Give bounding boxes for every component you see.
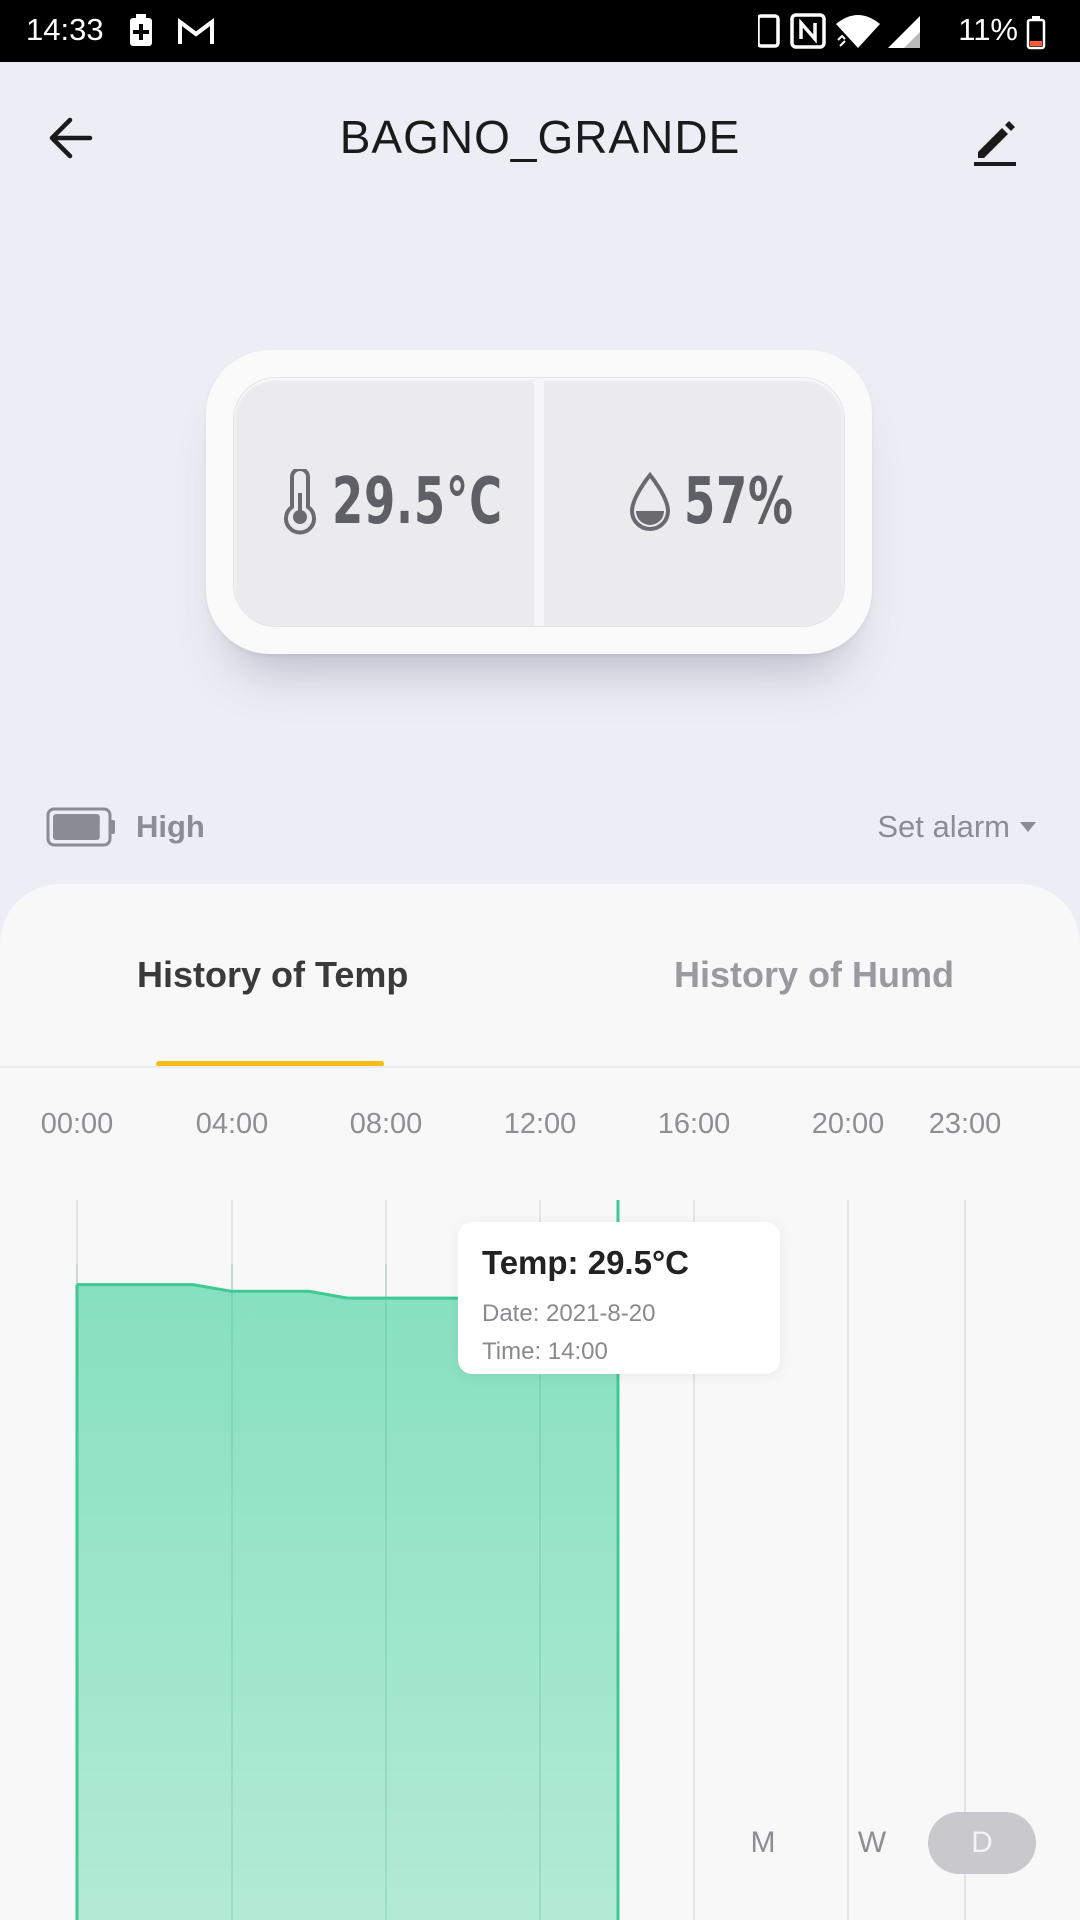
- temperature-history-chart[interactable]: [0, 884, 1080, 1920]
- status-bar: 14:33 11%: [0, 0, 1080, 62]
- humidity-value: 57%: [684, 465, 794, 539]
- tooltip-date: Date: 2021-8-20: [482, 1300, 656, 1327]
- nfc-icon: [790, 13, 826, 49]
- battery-saver-icon: [130, 14, 152, 46]
- battery-label: High: [136, 809, 205, 844]
- wifi-icon: [836, 15, 880, 48]
- edit-button[interactable]: [968, 112, 1024, 168]
- temperature-reading: 29.5°C: [278, 378, 551, 626]
- signal-icon: [888, 16, 920, 48]
- range-button-w[interactable]: W: [818, 1812, 926, 1874]
- chart-tooltip: Temp: 29.5°C Date: 2021-8-20 Time: 14:00: [458, 1222, 780, 1374]
- temperature-value: 29.5°C: [332, 465, 503, 539]
- range-button-d[interactable]: D: [928, 1812, 1036, 1874]
- set-alarm-label: Set alarm: [877, 809, 1010, 844]
- tooltip-time: Time: 14:00: [482, 1338, 608, 1365]
- status-time: 14:33: [26, 12, 104, 47]
- device-card: 29.5°C 57%: [206, 350, 872, 654]
- tooltip-title: Temp: 29.5°C: [482, 1244, 689, 1281]
- thermometer-icon: [284, 469, 316, 535]
- temperature-area: [77, 1277, 618, 1920]
- pencil-icon: [974, 121, 1016, 166]
- set-alarm-dropdown[interactable]: Set alarm: [877, 806, 1036, 848]
- battery-status: High: [46, 806, 205, 848]
- water-drop-icon: [629, 471, 671, 531]
- gmail-icon: [178, 18, 214, 44]
- device-display: 29.5°C 57%: [234, 378, 844, 626]
- range-button-m[interactable]: M: [709, 1812, 817, 1874]
- history-panel: History of Temp History of Humd 00:00 04:…: [0, 884, 1080, 1920]
- battery-level-icon: [46, 807, 115, 847]
- caret-down-icon: [1020, 822, 1036, 832]
- status-left-icons: [128, 12, 218, 57]
- phone-icon: [758, 14, 780, 48]
- status-battery-percent: 11%: [958, 12, 1018, 47]
- page-title: BAGNO_GRANDE: [339, 111, 741, 163]
- humidity-reading: 57%: [626, 378, 825, 626]
- battery-icon: [1026, 16, 1046, 50]
